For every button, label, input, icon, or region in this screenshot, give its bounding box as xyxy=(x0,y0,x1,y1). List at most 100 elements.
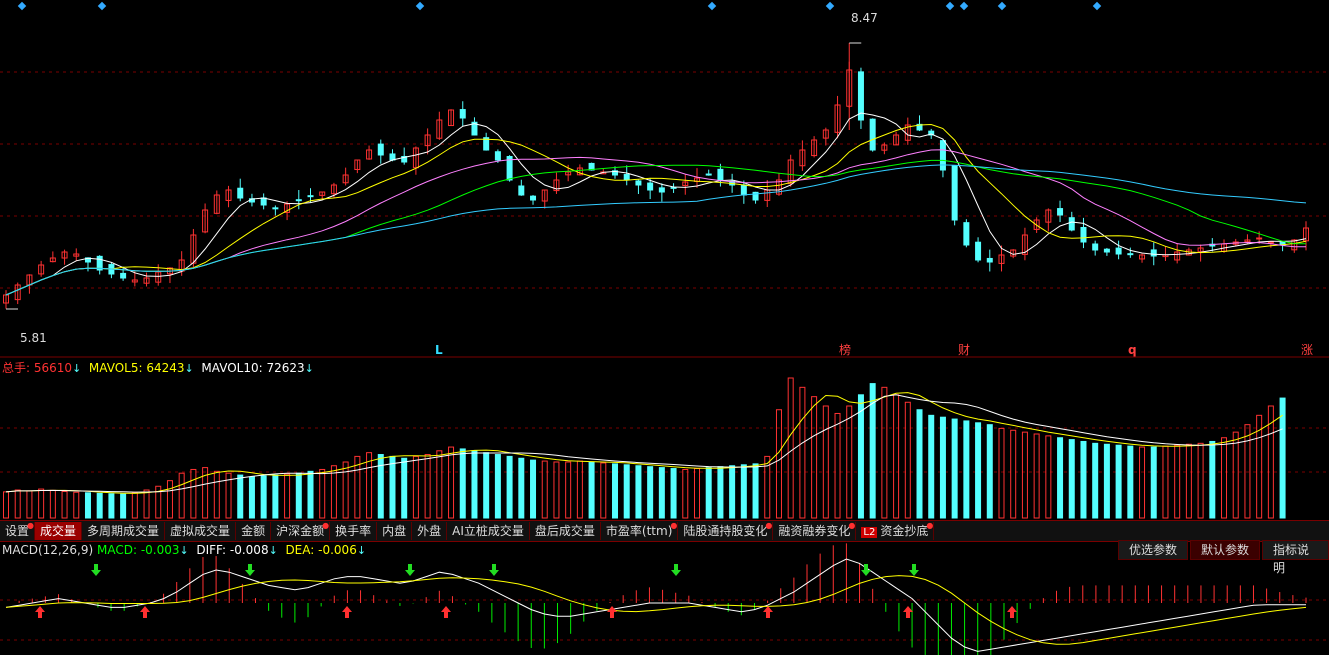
buy-arrow-icon xyxy=(342,606,352,618)
volume-bar xyxy=(635,465,642,519)
optimal-params-button[interactable]: 优选参数 xyxy=(1118,540,1189,560)
tab-5[interactable]: 沪深金额 ● xyxy=(271,522,331,540)
event-diamond-icon xyxy=(825,1,835,11)
volume-bar xyxy=(1139,446,1146,519)
volume-bar xyxy=(38,488,45,519)
tab-dot-icon: ● xyxy=(27,521,35,530)
sell-arrow-icon xyxy=(671,564,681,576)
tab-3[interactable]: 虚拟成交量 xyxy=(165,522,237,540)
volume-bar xyxy=(846,405,853,519)
volume-bar xyxy=(494,454,501,519)
volume-bar xyxy=(975,422,982,519)
candle-body xyxy=(1068,217,1075,231)
tab-1[interactable]: 成交量 xyxy=(35,522,83,540)
mavol5-value: 64243 xyxy=(146,361,185,375)
tab-14[interactable]: L2 资金抄底 ● xyxy=(856,521,935,540)
volume-bar xyxy=(623,464,630,519)
indicator-tab-bar: 设置 ● 成交量 多周期成交量 虚拟成交量 金额 沪深金额 ● 换手率 内盘 外盘 AI立桩成交量 盘后… xyxy=(0,520,1329,542)
candle-body xyxy=(740,184,747,196)
candle-body xyxy=(1127,253,1134,256)
volume-bar xyxy=(1221,437,1228,519)
tab-11[interactable]: 市盈率(ttm) ● xyxy=(601,522,679,540)
volume-bar xyxy=(986,424,993,519)
mavol5-label: MAVOL5: xyxy=(88,361,143,375)
candle-body xyxy=(939,140,946,171)
macd-header: MACD(12,26,9) MACD: -0.003↓ DIFF: -0.008… xyxy=(2,543,366,558)
event-diamond-icon xyxy=(945,1,955,11)
tab-4[interactable]: 金额 xyxy=(236,522,272,540)
tab-10[interactable]: 盘后成交量 xyxy=(530,522,601,540)
signal-marker-bang[interactable]: 榜 xyxy=(839,343,851,357)
volume-bar xyxy=(752,463,759,519)
candle-body xyxy=(647,182,654,191)
volume-bar xyxy=(612,463,619,519)
down-arrow-icon: ↓ xyxy=(184,362,194,375)
mavol10-value: 72623 xyxy=(266,361,305,375)
volume-bar xyxy=(565,461,572,519)
volume-bar xyxy=(693,468,700,519)
event-diamond-icon xyxy=(17,1,27,11)
volume-bar xyxy=(1150,446,1157,519)
volume-bar xyxy=(799,386,806,519)
candle-body xyxy=(389,153,396,161)
candle-body xyxy=(1267,241,1274,244)
volume-bar xyxy=(1057,437,1064,519)
candle-body xyxy=(1092,243,1099,251)
candle-body xyxy=(260,197,267,206)
candle-body xyxy=(377,143,384,156)
signal-marker-l[interactable]: L xyxy=(435,343,443,357)
tab-8[interactable]: 外盘 xyxy=(412,522,448,540)
candle-body xyxy=(951,165,958,221)
signal-marker-cai[interactable]: 财 xyxy=(958,343,970,357)
indicator-help-button[interactable]: 指标说明 xyxy=(1262,540,1329,575)
buy-arrow-icon xyxy=(140,606,150,618)
default-params-button[interactable]: 默认参数 xyxy=(1190,540,1261,560)
volume-bar xyxy=(1103,443,1110,519)
candle-body xyxy=(869,118,876,151)
tab-13[interactable]: 融资融券变化 ● xyxy=(773,521,857,540)
chart-stage[interactable]: 8.47 5.81 L 榜 财 q 涨 总手: 56610↓ MAVOL5: 6… xyxy=(0,0,1329,655)
buy-arrow-icon xyxy=(1007,606,1017,618)
volume-bar xyxy=(1115,444,1122,519)
volume-bar xyxy=(600,462,607,519)
volume-bar xyxy=(658,467,665,519)
candle-body xyxy=(120,272,127,279)
tab-label: 陆股通持股变化 xyxy=(683,524,768,538)
volume-bar xyxy=(670,468,677,519)
tab-9[interactable]: AI立桩成交量 xyxy=(447,522,530,540)
tab-7[interactable]: 内盘 xyxy=(377,522,413,540)
volume-bar xyxy=(319,468,326,519)
ma30-line xyxy=(5,159,1307,296)
volume-bar xyxy=(951,418,958,519)
volume-bar xyxy=(916,409,923,519)
volume-bar xyxy=(530,459,537,519)
signal-marker-zhang[interactable]: 涨 xyxy=(1301,343,1313,357)
candle-body xyxy=(1080,226,1087,243)
volume-bar xyxy=(1010,429,1017,519)
tab-dot-icon: ● xyxy=(926,521,934,530)
dea-line xyxy=(5,575,1307,645)
diff-label: DIFF: xyxy=(196,543,227,557)
tab-dot-icon: ● xyxy=(848,521,856,530)
volume-bar xyxy=(740,464,747,519)
volume-bar xyxy=(14,489,21,519)
volume-bar xyxy=(49,489,56,519)
tab-6[interactable]: 换手率 xyxy=(330,522,378,540)
candle-body xyxy=(623,174,630,181)
tab-label: 金额 xyxy=(241,524,266,538)
tab-label: 融资融券变化 xyxy=(778,524,851,538)
volume-bar xyxy=(1209,440,1216,519)
volume-bar xyxy=(61,490,68,519)
volume-bar xyxy=(881,386,888,519)
volume-bar xyxy=(260,475,267,519)
signal-marker-q[interactable]: q xyxy=(1128,343,1137,357)
volume-bar xyxy=(272,474,279,519)
mavol5-line xyxy=(5,392,1283,494)
tab-2[interactable]: 多周期成交量 xyxy=(82,522,166,540)
volume-header: 总手: 56610↓ MAVOL5: 64243↓ MAVOL10: 72623… xyxy=(2,361,314,376)
tab-0[interactable]: 设置 ● xyxy=(0,521,36,540)
tab-12[interactable]: 陆股通持股变化 ● xyxy=(678,522,774,540)
volume-bar xyxy=(506,455,513,519)
tab-label: 沪深金额 xyxy=(276,524,325,538)
candle-body xyxy=(1256,237,1263,240)
